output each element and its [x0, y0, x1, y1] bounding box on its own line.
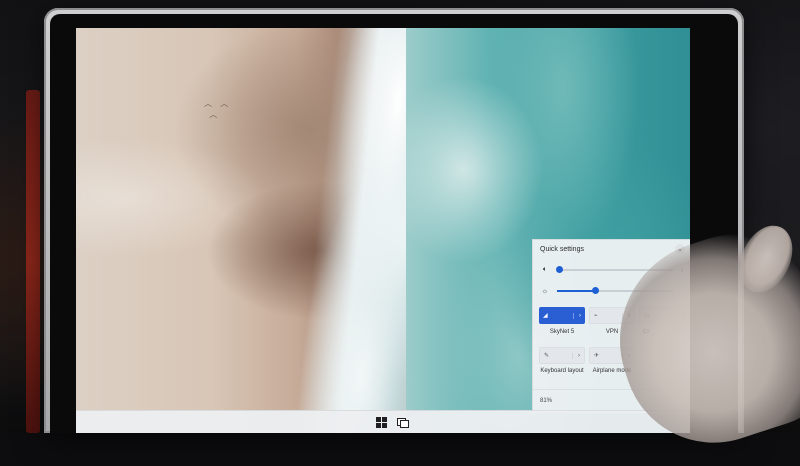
battery-percentage: 81% — [540, 398, 553, 404]
start-icon[interactable] — [375, 416, 387, 428]
chevron-right-icon[interactable]: › — [572, 352, 580, 359]
taskbar — [76, 410, 690, 433]
red-object — [26, 90, 40, 433]
wifi-tile-label: SkyNet 5 — [549, 329, 575, 335]
brightness-icon: ☼ — [541, 287, 549, 295]
chevron-right-icon[interactable]: › — [573, 312, 581, 319]
speaker-icon[interactable]: 🔈︎ — [539, 266, 551, 274]
task-view-icon[interactable] — [396, 416, 409, 428]
volume-slider-thumb[interactable] — [555, 265, 563, 273]
wallpaper-birds: ︿ ︿ ︿ — [204, 99, 232, 119]
keyboard-layout-label: Keyboard layout — [540, 368, 584, 374]
quick-settings-title: Quick settings — [540, 246, 584, 253]
screen: ︿ ︿ ︿ Quick settings ⌄ 🔈︎ › ☼ › ◢ › Sky — [76, 28, 690, 433]
wifi-icon: ◢ — [543, 313, 548, 319]
vpn-icon: ⌁ — [594, 313, 598, 319]
keyboard-layout-tile[interactable]: ✎ › — [539, 347, 585, 364]
airplane-icon: ✈︎ — [594, 353, 600, 359]
keyboard-icon: ✎ — [544, 353, 550, 359]
wifi-tile[interactable]: ◢ › — [539, 307, 585, 324]
brightness-slider-thumb[interactable] — [591, 286, 599, 294]
